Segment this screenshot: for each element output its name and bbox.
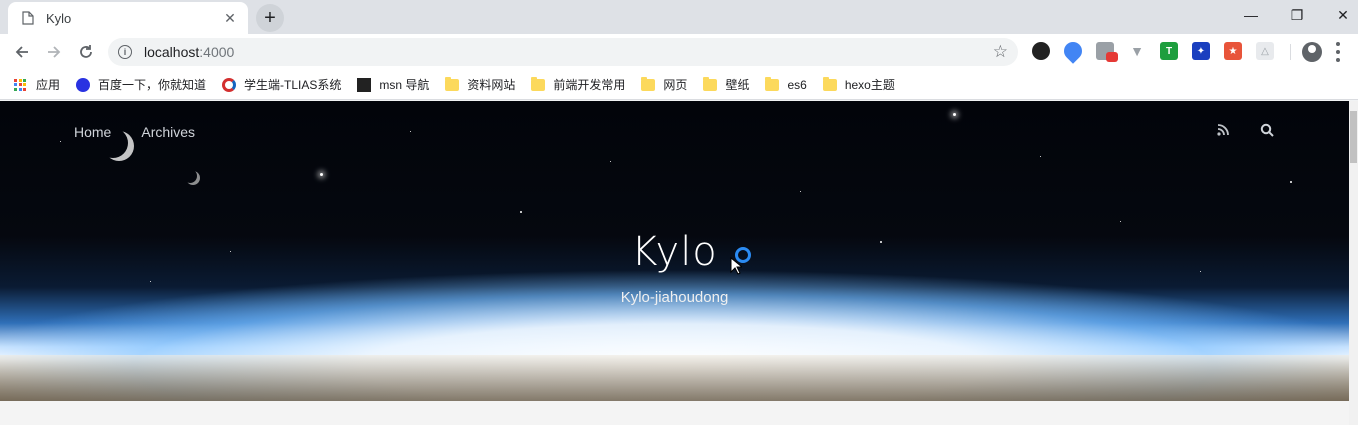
browser-toolbar: i localhost:4000 ☆ ▼ T ✦ ★ △ bbox=[0, 34, 1358, 70]
extension-paw-icon[interactable]: ✦ bbox=[1192, 42, 1210, 60]
folder-icon bbox=[641, 76, 656, 91]
scrollbar-thumb[interactable] bbox=[1350, 111, 1357, 163]
back-arrow-icon bbox=[15, 46, 28, 58]
new-tab-button[interactable]: + bbox=[256, 4, 284, 32]
extension-lock-icon[interactable]: △ bbox=[1256, 42, 1274, 60]
rss-icon[interactable] bbox=[1214, 121, 1232, 139]
browser-tab[interactable]: Kylo ✕ bbox=[8, 2, 248, 34]
menu-dots-icon[interactable] bbox=[1334, 42, 1342, 62]
site-info-icon[interactable]: i bbox=[118, 45, 132, 59]
extension-shield-icon[interactable]: T bbox=[1160, 42, 1178, 60]
apps-grid-icon bbox=[14, 78, 26, 91]
profile-avatar-icon[interactable] bbox=[1302, 42, 1322, 62]
extension-badge-icon bbox=[1106, 52, 1118, 62]
tab-title: Kylo bbox=[46, 10, 72, 26]
folder-icon bbox=[765, 76, 780, 91]
star bbox=[320, 173, 323, 176]
extension-vue-icon[interactable]: ▼ bbox=[1128, 42, 1146, 60]
url-host: localhost bbox=[144, 44, 200, 60]
star bbox=[610, 161, 611, 162]
tlias-icon bbox=[222, 77, 237, 92]
address-bar[interactable]: i localhost:4000 ☆ bbox=[108, 38, 1018, 66]
folder-icon bbox=[703, 76, 718, 91]
nav-home-link[interactable]: Home bbox=[74, 124, 111, 140]
small-moon-icon bbox=[186, 171, 200, 185]
url-port: :4000 bbox=[199, 44, 235, 60]
star bbox=[1040, 156, 1041, 157]
bookmark-label: 学生端-TLIAS系统 bbox=[244, 78, 342, 92]
star bbox=[520, 211, 522, 213]
page-icon bbox=[22, 11, 34, 25]
reload-button[interactable] bbox=[72, 38, 100, 66]
bookmark-label: es6 bbox=[787, 77, 807, 92]
mouse-cursor-icon bbox=[730, 257, 742, 275]
bookmark-label: 网页 bbox=[663, 78, 688, 92]
bookmark-apps[interactable]: 应用 bbox=[14, 76, 60, 93]
toolbar-divider bbox=[1290, 44, 1291, 60]
bookmark-folder[interactable]: hexo主题 bbox=[822, 76, 895, 93]
nav-archives-link[interactable]: Archives bbox=[141, 124, 195, 140]
bookmark-folder[interactable]: es6 bbox=[765, 76, 807, 92]
folder-icon bbox=[822, 76, 837, 91]
star bbox=[1120, 221, 1121, 222]
restore-button[interactable]: ❐ bbox=[1274, 0, 1320, 30]
tab-strip: Kylo ✕ + — ❐ ✕ bbox=[0, 0, 1358, 34]
star bbox=[1290, 181, 1292, 183]
site-title: Kylo bbox=[631, 229, 718, 275]
extension-camera-icon[interactable] bbox=[1032, 42, 1050, 60]
folder-icon bbox=[445, 76, 460, 91]
bookmark-folder[interactable]: 资料网站 bbox=[445, 76, 515, 93]
baidu-paw-icon bbox=[76, 77, 91, 92]
bookmark-folder[interactable]: 前端开发常用 bbox=[531, 76, 625, 93]
close-window-button[interactable]: ✕ bbox=[1320, 0, 1358, 30]
minimize-button[interactable]: — bbox=[1228, 0, 1274, 30]
star bbox=[150, 281, 151, 282]
bookmarks-bar: 应用 百度一下，你就知道 学生端-TLIAS系统 msn 导航 资料网站 前端开… bbox=[0, 70, 1358, 100]
earth-clouds bbox=[0, 355, 1349, 401]
bookmark-baidu[interactable]: 百度一下，你就知道 bbox=[76, 76, 206, 93]
forward-arrow-icon bbox=[48, 46, 61, 58]
bookmark-label: msn 导航 bbox=[379, 78, 430, 92]
bookmark-folder[interactable]: 壁纸 bbox=[703, 76, 749, 93]
star bbox=[410, 131, 411, 132]
page-scrollbar[interactable] bbox=[1349, 101, 1358, 425]
forward-button[interactable] bbox=[40, 38, 68, 66]
bookmark-label: 百度一下，你就知道 bbox=[98, 78, 207, 92]
star bbox=[800, 191, 801, 192]
folder-icon bbox=[531, 76, 546, 91]
extension-star-icon[interactable]: ★ bbox=[1224, 42, 1242, 60]
bookmark-label: 资料网站 bbox=[467, 78, 516, 92]
site-subtitle: Kylo-jiahoudong bbox=[620, 289, 729, 306]
back-button[interactable] bbox=[8, 38, 36, 66]
extension-location-icon[interactable] bbox=[1060, 38, 1086, 64]
star bbox=[60, 141, 61, 142]
bookmark-label: hexo主题 bbox=[844, 78, 895, 92]
search-icon[interactable] bbox=[1258, 121, 1276, 139]
star bbox=[953, 113, 956, 116]
site-nav: Home Archives bbox=[74, 124, 225, 140]
bookmark-label: 前端开发常用 bbox=[553, 78, 626, 92]
page-viewport: Home Archives Kylo Kylo-jiahoudong bbox=[0, 101, 1358, 425]
bookmark-msn[interactable]: msn 导航 bbox=[357, 76, 429, 93]
bookmark-label: 壁纸 bbox=[725, 78, 750, 92]
bookmark-tlias[interactable]: 学生端-TLIAS系统 bbox=[222, 76, 341, 93]
msn-icon bbox=[357, 77, 372, 92]
hero-banner: Home Archives Kylo Kylo-jiahoudong bbox=[0, 101, 1349, 401]
tab-close-icon[interactable]: ✕ bbox=[222, 10, 238, 26]
bookmark-star-icon[interactable]: ☆ bbox=[993, 42, 1008, 62]
bookmark-label: 应用 bbox=[36, 78, 61, 92]
bookmark-folder[interactable]: 网页 bbox=[641, 76, 687, 93]
reload-icon bbox=[80, 45, 92, 58]
